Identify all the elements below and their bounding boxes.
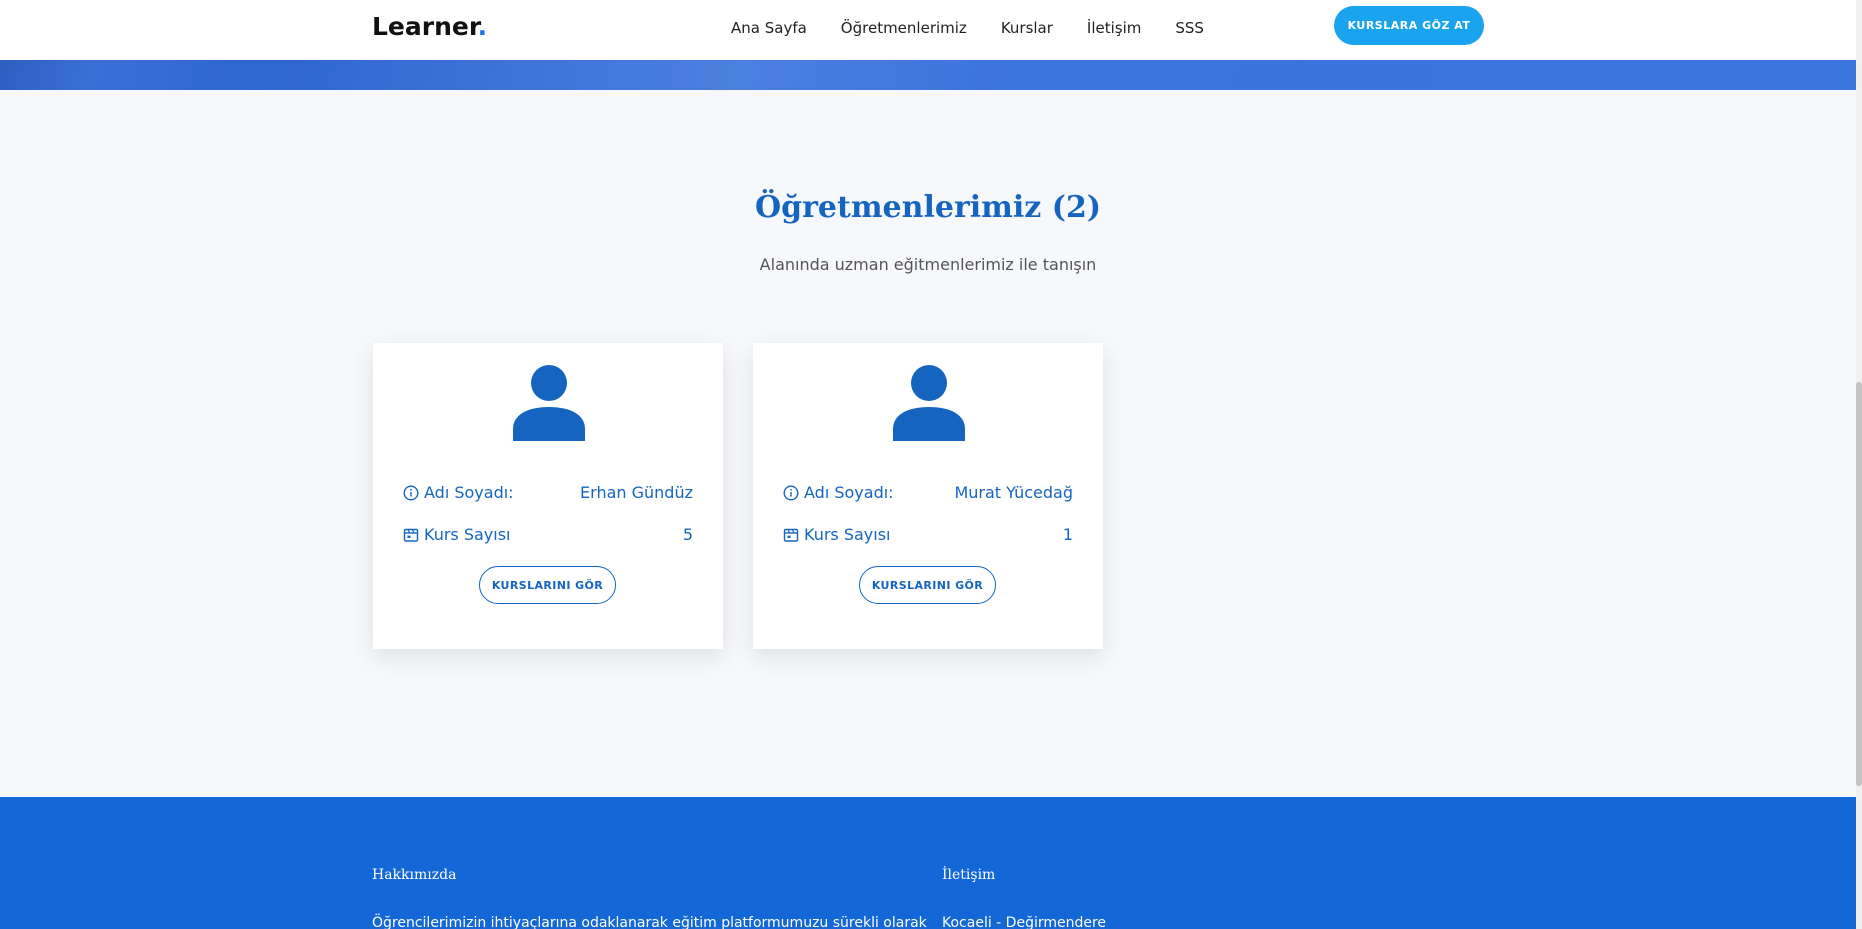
logo-text: Learner bbox=[372, 12, 478, 41]
site-footer: Hakkımızda İletişim Öğrencilerimizin iht… bbox=[0, 797, 1856, 929]
nav-sss[interactable]: SSS bbox=[1175, 19, 1204, 37]
logo[interactable]: Learner. bbox=[372, 12, 487, 41]
view-courses-button[interactable]: KURSLARINI GÖR bbox=[859, 566, 996, 604]
page: Learner. Ana Sayfa Öğretmenlerimiz Kursl… bbox=[0, 0, 1856, 929]
info-icon bbox=[403, 485, 419, 501]
footer-about-text: Öğrencilerimizin ihtiyaçlarına odaklanar… bbox=[372, 915, 927, 929]
footer-contact-title: İletişim bbox=[942, 867, 996, 883]
info-icon bbox=[783, 485, 799, 501]
user-avatar-icon bbox=[513, 365, 585, 441]
teacher-card: Adı Soyadı: Erhan Gündüz Kurs Sayısı 5 K… bbox=[373, 343, 723, 649]
footer-about-title: Hakkımızda bbox=[372, 867, 457, 883]
name-label: Adı Soyadı: bbox=[424, 483, 514, 502]
teacher-name-row: Adı Soyadı: Murat Yücedağ bbox=[783, 483, 1073, 505]
teacher-name: Erhan Gündüz bbox=[580, 483, 693, 502]
course-count-row: Kurs Sayısı 1 bbox=[783, 525, 1073, 547]
user-avatar-icon bbox=[893, 365, 965, 441]
footer-contact-text: Kocaeli - Değirmendere bbox=[942, 915, 1107, 929]
hero-banner bbox=[0, 60, 1856, 90]
scrollbar-thumb[interactable] bbox=[1856, 382, 1862, 786]
course-count-label: Kurs Sayısı bbox=[424, 525, 511, 544]
calendar-icon bbox=[403, 528, 419, 542]
nav-kurslar[interactable]: Kurslar bbox=[1001, 19, 1053, 37]
course-count: 5 bbox=[682, 525, 693, 544]
name-label: Adı Soyadı: bbox=[804, 483, 894, 502]
course-count: 1 bbox=[1062, 525, 1073, 544]
course-count-row: Kurs Sayısı 5 bbox=[403, 525, 693, 547]
course-count-label: Kurs Sayısı bbox=[804, 525, 891, 544]
logo-dot: . bbox=[477, 12, 488, 41]
teacher-card: Adı Soyadı: Murat Yücedağ Kurs Sayısı 1 … bbox=[753, 343, 1103, 649]
teacher-name-row: Adı Soyadı: Erhan Gündüz bbox=[403, 483, 693, 505]
section-subtitle: Alanında uzman eğitmenlerimiz ile tanışı… bbox=[759, 255, 1097, 274]
calendar-icon bbox=[783, 528, 799, 542]
nav-ogretmenlerimiz[interactable]: Öğretmenlerimiz bbox=[841, 19, 967, 37]
nav-iletisim[interactable]: İletişim bbox=[1087, 19, 1141, 37]
section-title: Öğretmenlerimiz (2) bbox=[754, 190, 1102, 225]
page-scrollbar[interactable] bbox=[1856, 0, 1862, 929]
browse-courses-button[interactable]: KURSLARA GÖZ AT bbox=[1334, 6, 1484, 45]
nav-ana-sayfa[interactable]: Ana Sayfa bbox=[731, 19, 807, 37]
site-header: Learner. Ana Sayfa Öğretmenlerimiz Kursl… bbox=[0, 0, 1856, 60]
view-courses-button[interactable]: KURSLARINI GÖR bbox=[479, 566, 616, 604]
teacher-name: Murat Yücedağ bbox=[954, 483, 1073, 502]
main-nav: Ana Sayfa Öğretmenlerimiz Kurslar İletiş… bbox=[731, 19, 1238, 37]
